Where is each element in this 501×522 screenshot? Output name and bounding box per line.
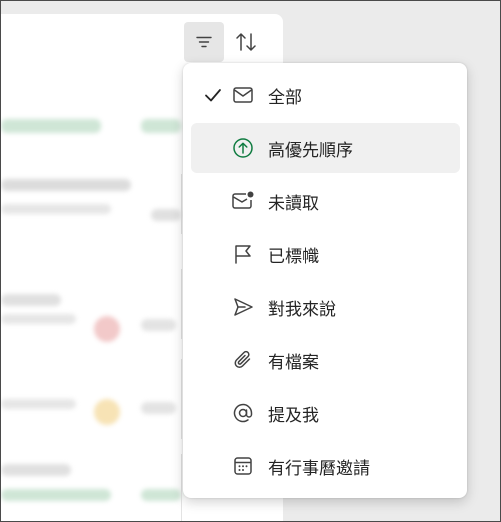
menu-item-label: 有行事曆邀請 xyxy=(268,458,370,479)
menu-item-to-me[interactable]: 對我來說 xyxy=(191,282,460,332)
flag-icon xyxy=(231,242,255,266)
menu-item-label: 全部 xyxy=(268,87,302,108)
filter-menu: 全部 高優先順序 未讀取 已標幟 對我來說 有檔案 提及我 有行事曆邀請 xyxy=(183,63,467,498)
sort-icon xyxy=(236,33,256,51)
send-icon xyxy=(231,295,255,319)
menu-item-label: 對我來說 xyxy=(268,299,336,320)
mail-icon xyxy=(231,83,255,107)
mail-unread-icon xyxy=(231,189,255,213)
checkmark-icon xyxy=(201,83,225,107)
menu-item-mentions-me[interactable]: 提及我 xyxy=(191,388,460,438)
divider xyxy=(181,454,182,522)
divider xyxy=(181,359,182,439)
menu-item-label: 有檔案 xyxy=(268,352,319,373)
arrow-up-circle-icon xyxy=(231,136,255,160)
sort-button[interactable] xyxy=(226,22,266,62)
menu-item-calendar-invites[interactable]: 有行事曆邀請 xyxy=(191,441,460,491)
mention-icon xyxy=(231,401,255,425)
menu-item-label: 高優先順序 xyxy=(268,140,353,161)
filter-icon xyxy=(196,36,212,48)
menu-item-label: 提及我 xyxy=(268,405,319,426)
menu-item-unread[interactable]: 未讀取 xyxy=(191,176,460,226)
menu-item-label: 未讀取 xyxy=(268,193,319,214)
calendar-icon xyxy=(231,454,255,478)
menu-item-flagged[interactable]: 已標幟 xyxy=(191,229,460,279)
menu-item-label: 已標幟 xyxy=(268,246,319,267)
menu-item-high-priority[interactable]: 高優先順序 xyxy=(191,123,460,173)
menu-item-all[interactable]: 全部 xyxy=(191,70,460,120)
menu-item-has-files[interactable]: 有檔案 xyxy=(191,335,460,385)
divider xyxy=(181,174,182,234)
attach-icon xyxy=(231,348,255,372)
filter-button[interactable] xyxy=(184,22,224,62)
divider xyxy=(181,269,182,339)
